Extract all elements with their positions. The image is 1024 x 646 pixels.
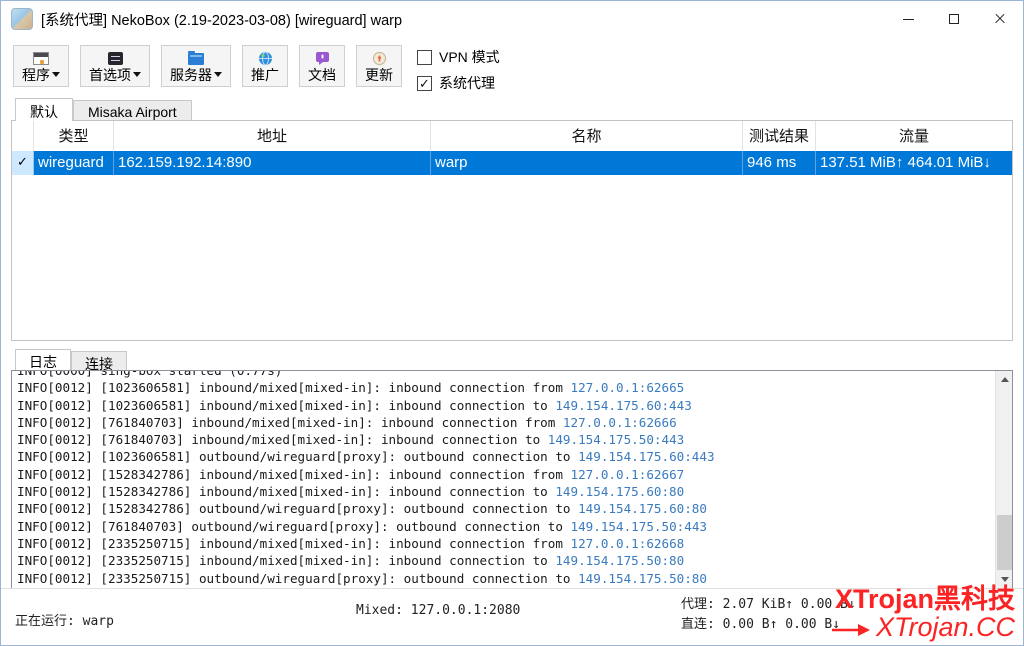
preferences-label: 首选项 <box>89 67 131 83</box>
log-line: INFO[0012] [1023606581] inbound/mixed[mi… <box>17 397 995 414</box>
scrollbar-up-icon[interactable] <box>996 371 1013 388</box>
mixed-listen-address: Mixed: 127.0.0.1:2080 <box>356 603 520 618</box>
log-line: INFO[0012] [2335250715] inbound/mixed[mi… <box>17 535 995 552</box>
log-line: INFO[0012] [761840703] outbound/wireguar… <box>17 518 995 535</box>
app-icon <box>11 8 33 30</box>
minimize-icon <box>903 19 914 20</box>
server-group-tabs: 默认 Misaka Airport <box>15 98 1023 121</box>
maximize-button[interactable] <box>931 1 977 37</box>
nekobox-window: [系统代理] NekoBox (2.19-2023-03-08) [wiregu… <box>0 0 1024 646</box>
tab-default[interactable]: 默认 <box>15 98 73 121</box>
table-header-row: 类型 地址 名称 测试结果 流量 <box>12 121 1012 151</box>
title-bar: [系统代理] NekoBox (2.19-2023-03-08) [wiregu… <box>1 1 1023 37</box>
log-scrollbar[interactable] <box>995 371 1012 588</box>
update-button[interactable]: 更新 <box>356 45 402 87</box>
tab-connections[interactable]: 连接 <box>71 351 127 371</box>
preferences-icon <box>108 51 123 66</box>
tab-misaka-airport[interactable]: Misaka Airport <box>73 100 192 121</box>
running-status: 正在运行: warp <box>15 610 114 629</box>
chevron-down-icon <box>133 72 141 77</box>
mode-checkbox-group: VPN 模式 ✓ 系统代理 <box>417 45 500 99</box>
header-test-result[interactable]: 测试结果 <box>743 121 816 151</box>
server-label: 服务器 <box>170 67 212 83</box>
row-type-cell[interactable]: wireguard <box>34 151 114 175</box>
log-line: INFO[0012] [1023606581] inbound/mixed[mi… <box>17 379 995 396</box>
log-line: INFO[0012] [1528342786] outbound/wiregua… <box>17 500 995 517</box>
table-row[interactable]: ✓ wireguard 162.159.192.14:890 warp 946 … <box>12 151 1012 175</box>
promotion-button[interactable]: 推广 <box>242 45 288 87</box>
vpn-mode-checkbox-box <box>417 50 432 65</box>
docs-label: 文档 <box>308 67 336 83</box>
system-proxy-checkbox[interactable]: ✓ 系统代理 <box>417 73 500 93</box>
window-title: [系统代理] NekoBox (2.19-2023-03-08) [wiregu… <box>41 9 402 30</box>
promotion-label: 推广 <box>251 67 279 83</box>
log-line: INFO[0012] [1528342786] inbound/mixed[mi… <box>17 483 995 500</box>
close-button[interactable] <box>977 1 1023 37</box>
chevron-down-icon <box>214 72 222 77</box>
log-line: INFO[0012] [761840703] inbound/mixed[mix… <box>17 431 995 448</box>
header-check[interactable] <box>12 121 34 151</box>
update-icon <box>372 51 387 66</box>
watermark-line2: XTrojan.CC <box>832 613 1015 641</box>
globe-icon <box>258 51 273 66</box>
watermark: XTrojan黑科技 XTrojan.CC <box>832 585 1015 641</box>
log-line: INFO[0012] [2335250715] inbound/mixed[mi… <box>17 552 995 569</box>
server-folder-icon <box>188 51 204 66</box>
update-label: 更新 <box>365 67 393 83</box>
preferences-button[interactable]: 首选项 <box>80 45 150 87</box>
header-name[interactable]: 名称 <box>431 121 743 151</box>
watermark-line2-text: XTrojan.CC <box>876 613 1015 641</box>
status-bar: 正在运行: warp Mixed: 127.0.0.1:2080 代理: 2.0… <box>1 588 1023 645</box>
close-icon <box>994 13 1006 25</box>
log-line: INFO[0012] [1023606581] outbound/wiregua… <box>17 448 995 465</box>
log-line: INFO[0012] [761840703] inbound/mixed[mix… <box>17 414 995 431</box>
log-tabs: 日志 连接 <box>15 349 1023 371</box>
server-table: 类型 地址 名称 测试结果 流量 ✓ wireguard 162.159.192… <box>11 120 1013 341</box>
log-panel: INFO[0000] sing-box started (0.77s) INFO… <box>11 370 1013 589</box>
program-button[interactable]: 程序 <box>13 45 69 87</box>
minimize-button[interactable] <box>885 1 931 37</box>
system-proxy-checkbox-box: ✓ <box>417 76 432 91</box>
direct-traffic: 直连: 0.00 B↑ 0.00 B↓ <box>681 615 856 635</box>
chat-bubble-icon <box>315 51 330 66</box>
row-traffic-cell[interactable]: 137.51 MiB↑ 464.01 MiB↓ <box>816 151 1012 175</box>
program-label: 程序 <box>22 67 50 83</box>
header-address[interactable]: 地址 <box>114 121 431 151</box>
header-type[interactable]: 类型 <box>34 121 114 151</box>
maximize-icon <box>949 14 959 24</box>
chevron-down-icon <box>52 72 60 77</box>
log-line: INFO[0012] [2335250715] outbound/wiregua… <box>17 570 995 587</box>
row-test-result-cell[interactable]: 946 ms <box>743 151 816 175</box>
scrollbar-thumb[interactable] <box>997 515 1012 570</box>
program-icon <box>33 51 49 66</box>
vpn-mode-label: VPN 模式 <box>439 47 500 67</box>
log-content[interactable]: INFO[0000] sing-box started (0.77s) INFO… <box>12 370 995 588</box>
toolbar: 程序 首选项 服务器 推广 文档 更新 <box>1 37 1023 94</box>
row-check-cell[interactable]: ✓ <box>12 151 34 175</box>
log-line: INFO[0000] sing-box started (0.77s) <box>17 370 995 379</box>
docs-button[interactable]: 文档 <box>299 45 345 87</box>
traffic-stats: 代理: 2.07 KiB↑ 0.00 B↓ 直连: 0.00 B↑ 0.00 B… <box>681 595 856 635</box>
system-proxy-label: 系统代理 <box>439 73 495 93</box>
vpn-mode-checkbox[interactable]: VPN 模式 <box>417 47 500 67</box>
scrollbar-down-icon[interactable] <box>996 571 1013 588</box>
watermark-line1: XTrojan黑科技 <box>832 585 1015 613</box>
tab-log[interactable]: 日志 <box>15 349 71 371</box>
row-name-cell[interactable]: warp <box>431 151 743 175</box>
server-button[interactable]: 服务器 <box>161 45 231 87</box>
row-address-cell[interactable]: 162.159.192.14:890 <box>114 151 431 175</box>
proxy-traffic: 代理: 2.07 KiB↑ 0.00 B↓ <box>681 595 856 615</box>
window-controls <box>885 1 1023 37</box>
log-line: INFO[0012] [1528342786] inbound/mixed[mi… <box>17 466 995 483</box>
header-traffic[interactable]: 流量 <box>816 121 1012 151</box>
